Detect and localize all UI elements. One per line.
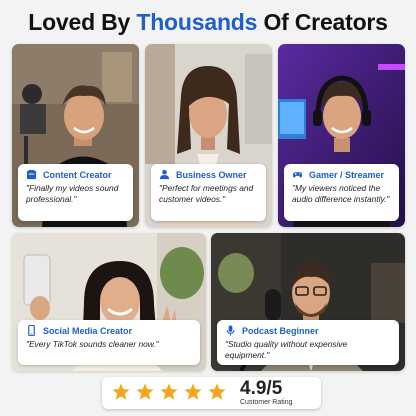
- testimonial-role: Gamer / Streamer: [309, 169, 385, 180]
- video-camera-icon: [26, 169, 37, 180]
- testimonial-card-podcast-beginner: Podcast Beginner "Studio quality without…: [211, 233, 405, 371]
- testimonial-quote: "Studio quality without expensive equipm…: [225, 339, 348, 360]
- testimonial-caption: Business Owner "Perfect for meetings and…: [151, 164, 266, 221]
- testimonial-role: Business Owner: [176, 169, 247, 180]
- testimonial-quote: "My viewers noticed the audio difference…: [292, 183, 390, 204]
- star-rating: [111, 382, 227, 402]
- testimonial-role: Social Media Creator: [43, 325, 133, 336]
- testimonial-card-business-owner: Business Owner "Perfect for meetings and…: [145, 44, 272, 227]
- testimonial-quote: "Perfect for meetings and customer video…: [159, 183, 254, 204]
- star-icon: [136, 383, 154, 400]
- star-icon: [208, 383, 226, 400]
- page-headline: Loved By Thousands Of Creators: [0, 9, 416, 36]
- testimonial-caption: Podcast Beginner "Studio quality without…: [217, 320, 399, 365]
- star-icon: [160, 383, 178, 400]
- star-icon: [184, 383, 202, 400]
- headline-prefix: Loved By: [28, 9, 131, 35]
- testimonial-caption: Social Media Creator "Every TikTok sound…: [18, 320, 200, 365]
- smartphone-icon: [28, 325, 35, 336]
- person-icon: [159, 169, 170, 180]
- microphone-icon: [226, 325, 235, 336]
- customer-rating-box: 4.9/5 Customer Rating: [102, 377, 321, 409]
- testimonial-quote: "Every TikTok sounds cleaner now.": [26, 339, 159, 349]
- headline-suffix: Of Creators: [263, 9, 388, 35]
- testimonial-role: Content Creator: [43, 169, 112, 180]
- testimonial-caption: Gamer / Streamer "My viewers noticed the…: [284, 164, 399, 221]
- headline-accent: Thousands: [136, 9, 258, 35]
- testimonial-quote: "Finally my videos sound professional.": [26, 183, 119, 204]
- rating-score: 4.9/5: [240, 378, 283, 399]
- gamepad-icon: [292, 172, 303, 178]
- testimonial-card-content-creator: Content Creator "Finally my videos sound…: [12, 44, 139, 227]
- star-icon: [112, 383, 130, 400]
- testimonial-role: Podcast Beginner: [242, 325, 319, 336]
- testimonial-card-gamer-streamer: Gamer / Streamer "My viewers noticed the…: [278, 44, 405, 227]
- rating-label: Customer Rating: [240, 399, 293, 406]
- testimonial-caption: Content Creator "Finally my videos sound…: [18, 164, 133, 221]
- testimonial-card-social-media-creator: Social Media Creator "Every TikTok sound…: [12, 233, 206, 371]
